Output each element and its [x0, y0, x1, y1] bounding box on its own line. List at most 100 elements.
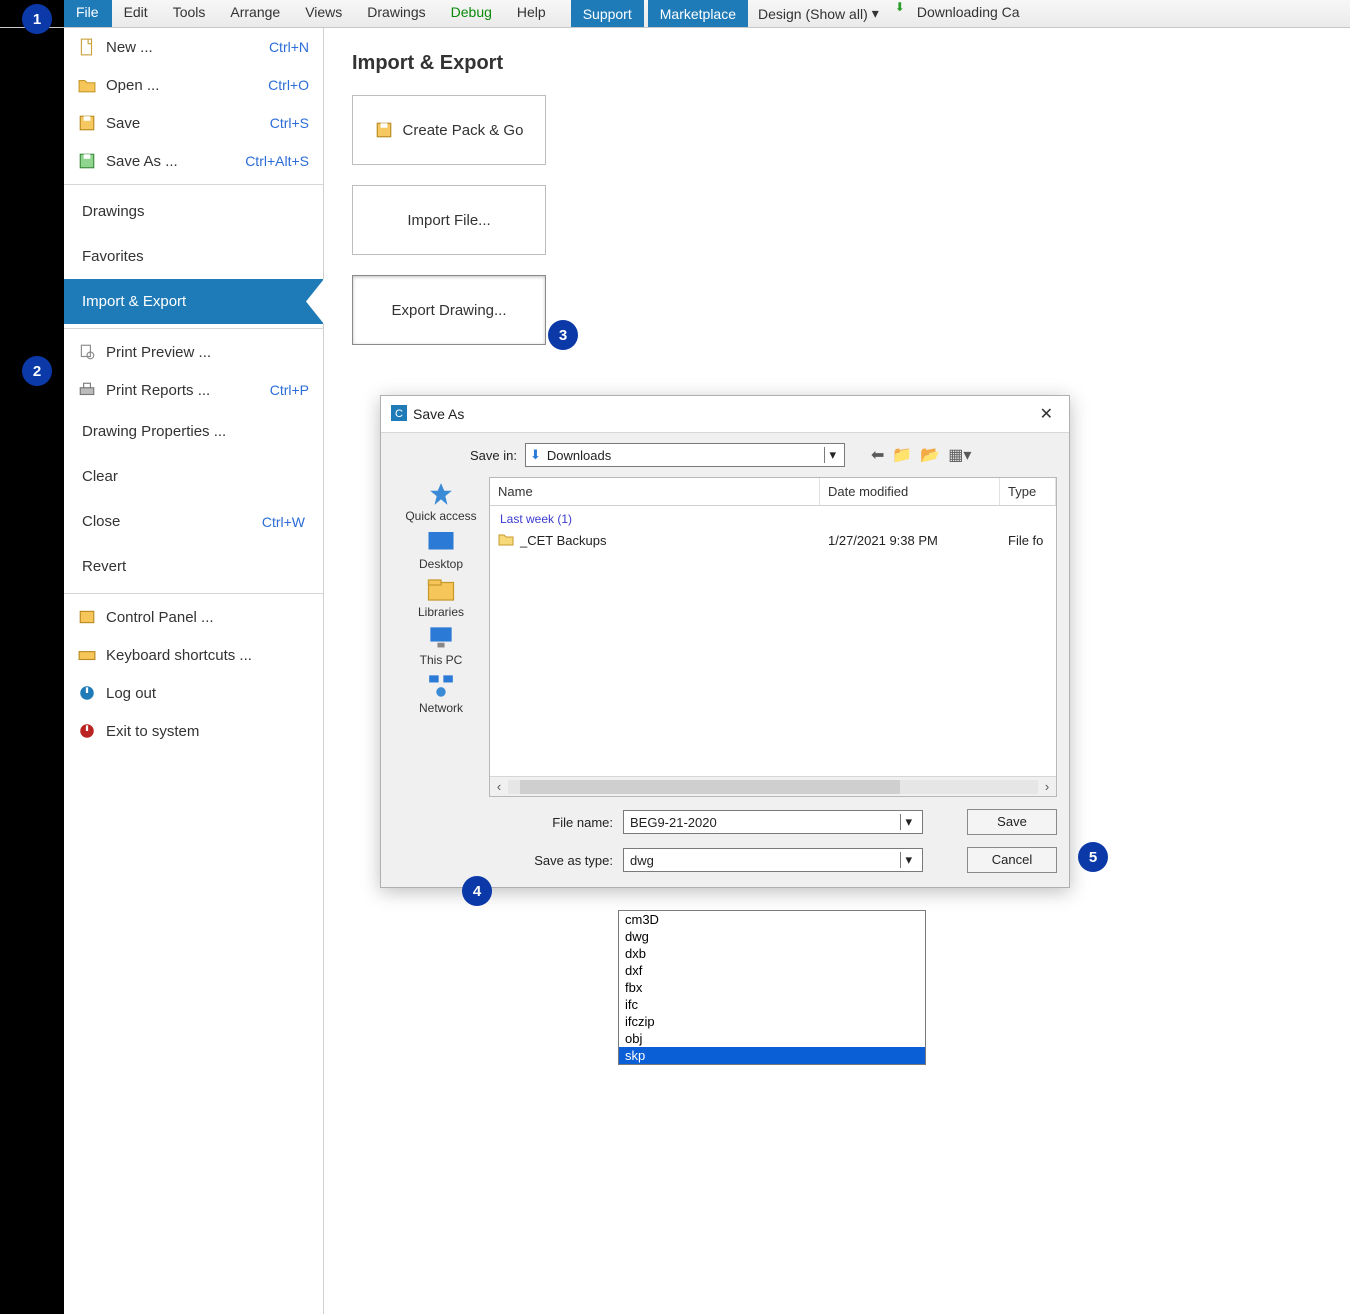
cancel-button[interactable]: Cancel	[967, 847, 1057, 873]
save-as-type-label: Save as type:	[489, 853, 613, 868]
import-file-button[interactable]: Import File...	[352, 185, 546, 255]
place-libraries[interactable]: Libraries	[418, 577, 464, 619]
menu-drawings[interactable]: Drawings	[355, 0, 438, 27]
option-obj[interactable]: obj	[619, 1030, 925, 1047]
marketplace-button[interactable]: Marketplace	[648, 0, 748, 27]
callout-2: 2	[22, 356, 52, 386]
view-menu-icon[interactable]: ▦▾	[948, 445, 971, 465]
svg-text:C: C	[395, 408, 403, 420]
file-import-export[interactable]: Import & Export	[64, 279, 323, 324]
callout-3: 3	[548, 320, 578, 350]
callout-5: 5	[1078, 842, 1108, 872]
chevron-down-icon[interactable]: ▾	[900, 814, 916, 830]
file-control-panel[interactable]: Control Panel ...	[64, 598, 323, 636]
file-print-reports[interactable]: Print Reports ... Ctrl+P	[64, 371, 323, 409]
col-name[interactable]: Name	[490, 478, 820, 505]
col-type[interactable]: Type	[1000, 478, 1056, 505]
menu-help[interactable]: Help	[505, 0, 559, 27]
chevron-down-icon: ▾	[872, 5, 879, 22]
shortcut: Ctrl+W	[262, 514, 305, 530]
save-button[interactable]: Save	[967, 809, 1057, 835]
shortcut: Ctrl+S	[270, 115, 309, 131]
horizontal-scrollbar[interactable]: ‹ ›	[490, 776, 1056, 796]
download-arrow-icon: ⬇	[530, 447, 541, 463]
file-close[interactable]: Close Ctrl+W	[64, 499, 323, 544]
place-desktop[interactable]: Desktop	[419, 529, 463, 571]
printer-icon	[78, 381, 96, 399]
shortcut: Ctrl+Alt+S	[245, 153, 309, 169]
place-this-pc[interactable]: This PC	[420, 625, 463, 667]
app-icon: C	[391, 405, 407, 424]
file-logout[interactable]: Log out	[64, 674, 323, 712]
option-dxf[interactable]: dxf	[619, 962, 925, 979]
dialog-titlebar[interactable]: C Save As ✕	[381, 396, 1069, 433]
exit-icon	[78, 722, 96, 740]
option-dxb[interactable]: dxb	[619, 945, 925, 962]
save-in-label: Save in:	[393, 448, 517, 463]
file-row[interactable]: _CET Backups 1/27/2021 9:38 PM File fo	[490, 528, 1056, 553]
design-dropdown[interactable]: Design (Show all) ▾	[748, 0, 889, 27]
chevron-down-icon[interactable]: ▾	[824, 447, 840, 463]
file-drawing-properties[interactable]: Drawing Properties ...	[64, 409, 323, 454]
file-group-header[interactable]: Last week (1)	[490, 506, 1056, 528]
menu-bar: File Edit Tools Arrange Views Drawings D…	[0, 0, 1350, 28]
menu-tools[interactable]: Tools	[161, 0, 219, 27]
callout-1: 1	[22, 4, 52, 34]
new-file-icon	[78, 38, 96, 56]
file-new[interactable]: New ... Ctrl+N	[64, 28, 323, 66]
keyboard-icon	[78, 646, 96, 664]
file-favorites[interactable]: Favorites	[64, 234, 323, 279]
menu-file[interactable]: File	[64, 0, 112, 27]
save-in-value: Downloads	[547, 448, 611, 463]
file-keyboard-shortcuts[interactable]: Keyboard shortcuts ...	[64, 636, 323, 674]
place-quick-access[interactable]: Quick access	[405, 481, 476, 523]
chevron-down-icon[interactable]: ▾	[900, 852, 916, 868]
file-clear[interactable]: Clear	[64, 454, 323, 499]
file-print-preview[interactable]: Print Preview ...	[64, 333, 323, 371]
up-folder-icon[interactable]: 📁	[892, 445, 912, 465]
save-as-type-dropdown[interactable]: cm3D dwg dxb dxf fbx ifc ifczip obj skp	[618, 910, 926, 1065]
file-save-as[interactable]: Save As ... Ctrl+Alt+S	[64, 142, 323, 180]
save-as-type-combo[interactable]: dwg ▾	[623, 848, 923, 872]
option-dwg[interactable]: dwg	[619, 928, 925, 945]
export-drawing-button[interactable]: Export Drawing...	[352, 275, 546, 345]
scroll-right-icon[interactable]: ›	[1038, 779, 1056, 794]
menu-views[interactable]: Views	[293, 0, 355, 27]
option-ifczip[interactable]: ifczip	[619, 1013, 925, 1030]
place-network[interactable]: Network	[419, 673, 463, 715]
save-icon	[375, 121, 393, 139]
download-arrow-icon: ⬇	[889, 0, 911, 27]
file-list: Name Date modified Type Last week (1) _C…	[489, 477, 1057, 797]
col-date[interactable]: Date modified	[820, 478, 1000, 505]
close-icon[interactable]: ✕	[1034, 402, 1059, 426]
menu-edit[interactable]: Edit	[112, 0, 161, 27]
back-icon[interactable]: ⬅	[871, 445, 884, 465]
dialog-title: Save As	[413, 406, 464, 422]
left-black-column	[0, 28, 64, 1314]
file-name-input[interactable]: BEG9-21-2020 ▾	[623, 810, 923, 834]
downloading-status: Downloading Ca	[911, 0, 1026, 27]
file-open[interactable]: Open ... Ctrl+O	[64, 66, 323, 104]
shortcut: Ctrl+O	[268, 77, 309, 93]
file-revert[interactable]: Revert	[64, 544, 323, 589]
file-save[interactable]: Save Ctrl+S	[64, 104, 323, 142]
save-in-combo[interactable]: ⬇ Downloads ▾	[525, 443, 845, 467]
design-label: Design (Show all)	[758, 6, 868, 22]
option-skp[interactable]: skp	[619, 1047, 925, 1064]
menu-arrange[interactable]: Arrange	[218, 0, 293, 27]
print-preview-icon	[78, 343, 96, 361]
scroll-left-icon[interactable]: ‹	[490, 779, 508, 794]
new-folder-icon[interactable]: 📂	[920, 445, 940, 465]
save-as-dialog: C Save As ✕ Save in: ⬇ Downloads ▾ ⬅ 📁 📂…	[380, 395, 1070, 888]
option-fbx[interactable]: fbx	[619, 979, 925, 996]
menu-debug[interactable]: Debug	[439, 0, 505, 27]
create-pack-go-button[interactable]: Create Pack & Go	[352, 95, 546, 165]
option-cm3d[interactable]: cm3D	[619, 911, 925, 928]
file-exit[interactable]: Exit to system	[64, 712, 323, 750]
logout-icon	[78, 684, 96, 702]
file-drawings[interactable]: Drawings	[64, 189, 323, 234]
scroll-thumb[interactable]	[520, 780, 900, 794]
file-name-label: File name:	[489, 815, 613, 830]
option-ifc[interactable]: ifc	[619, 996, 925, 1013]
support-button[interactable]: Support	[571, 0, 644, 27]
